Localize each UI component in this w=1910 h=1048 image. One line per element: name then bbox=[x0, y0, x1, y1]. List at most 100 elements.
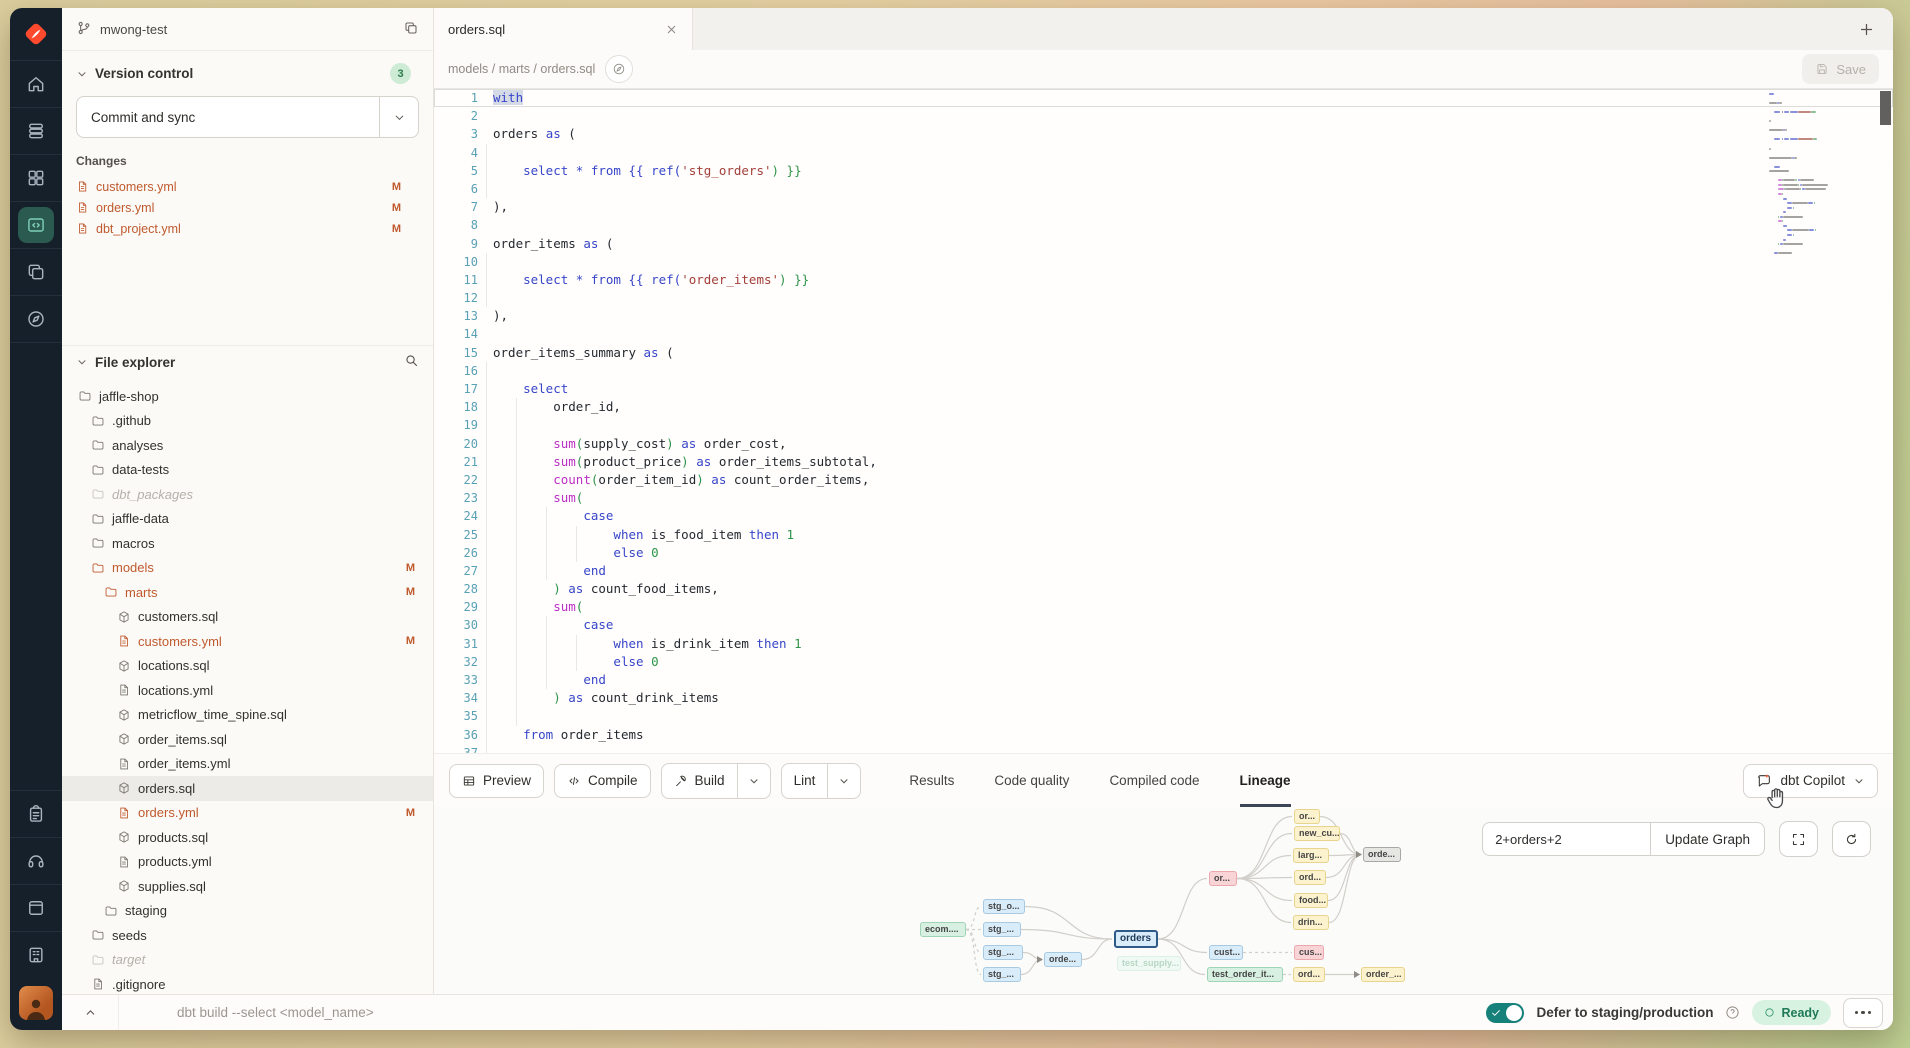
tree-item[interactable]: seeds bbox=[62, 923, 433, 948]
file-explorer-header[interactable]: File explorer bbox=[62, 346, 433, 378]
tree-item[interactable]: order_items.yml bbox=[62, 752, 433, 777]
lineage-node[interactable]: orde... bbox=[1363, 847, 1401, 862]
more-options-button[interactable] bbox=[1843, 998, 1883, 1028]
lineage-node[interactable]: or... bbox=[1209, 871, 1237, 886]
compile-button[interactable]: Compile bbox=[554, 764, 651, 798]
tree-item[interactable]: customers.ymlM bbox=[62, 629, 433, 654]
lineage-node[interactable]: orde... bbox=[1044, 952, 1082, 967]
lineage-node[interactable]: cust... bbox=[1209, 945, 1243, 960]
lineage-node[interactable]: ord... bbox=[1293, 967, 1325, 982]
change-item[interactable]: dbt_project.ymlM bbox=[76, 218, 419, 239]
lineage-node[interactable]: ord... bbox=[1294, 870, 1326, 885]
editor-scrollbar[interactable] bbox=[1880, 91, 1891, 125]
tree-item[interactable]: macros bbox=[62, 531, 433, 556]
tree-item[interactable]: staging bbox=[62, 899, 433, 924]
lineage-node[interactable]: larg... bbox=[1293, 848, 1329, 863]
tree-item[interactable]: martsM bbox=[62, 580, 433, 605]
panel-tab-results[interactable]: Results bbox=[909, 754, 954, 807]
rail-item-grid-icon[interactable] bbox=[10, 154, 62, 201]
tree-item[interactable]: jaffle-data bbox=[62, 507, 433, 532]
panel-tab-compiled-code[interactable]: Compiled code bbox=[1109, 754, 1199, 807]
minimap[interactable] bbox=[1769, 93, 1841, 261]
rail-item-kiosk-icon[interactable] bbox=[10, 931, 62, 978]
preview-button[interactable]: Preview bbox=[449, 764, 544, 798]
lineage-panel[interactable]: Update Graph ecom.... stg_o... stg_... stg_… bbox=[434, 807, 1893, 994]
panel-tab-code-quality[interactable]: Code quality bbox=[994, 754, 1069, 807]
tree-item[interactable]: orders.sql bbox=[62, 776, 433, 801]
rail-item-stack-icon[interactable] bbox=[10, 107, 62, 154]
rail-item-notebook-icon[interactable] bbox=[10, 884, 62, 931]
tree-item[interactable]: data-tests bbox=[62, 458, 433, 483]
rail-item-dbt-logo[interactable] bbox=[10, 8, 62, 60]
lineage-node[interactable]: or... bbox=[1294, 809, 1320, 824]
rail-item-home-icon[interactable] bbox=[10, 60, 62, 107]
lineage-node[interactable]: cus... bbox=[1294, 945, 1324, 960]
close-icon[interactable] bbox=[665, 23, 678, 36]
tree-item[interactable]: locations.sql bbox=[62, 654, 433, 679]
tree-item[interactable]: target bbox=[62, 948, 433, 973]
tree-item[interactable]: order_items.sql bbox=[62, 727, 433, 752]
rail-item-code-editor-icon[interactable] bbox=[10, 201, 62, 248]
lineage-node[interactable]: stg_... bbox=[983, 922, 1021, 937]
tree-item[interactable]: .github bbox=[62, 409, 433, 434]
tree-item[interactable]: jaffle-shop bbox=[62, 384, 433, 409]
lineage-selector-input[interactable] bbox=[1482, 822, 1650, 856]
tree-item[interactable]: products.yml bbox=[62, 850, 433, 875]
tree-item[interactable]: orders.ymlM bbox=[62, 801, 433, 826]
line-number: 37 bbox=[434, 744, 478, 753]
update-graph-button[interactable]: Update Graph bbox=[1650, 822, 1765, 856]
new-tab-button[interactable] bbox=[1858, 8, 1875, 50]
line-content bbox=[478, 253, 493, 271]
dbt-copilot-button[interactable]: dbt Copilot bbox=[1743, 764, 1878, 798]
fullscreen-button[interactable] bbox=[1779, 821, 1818, 857]
tree-item[interactable]: dbt_packages bbox=[62, 482, 433, 507]
defer-toggle[interactable] bbox=[1486, 1003, 1524, 1023]
search-icon[interactable] bbox=[404, 353, 419, 371]
tree-item[interactable]: products.sql bbox=[62, 825, 433, 850]
save-button[interactable]: Save bbox=[1802, 54, 1879, 84]
tree-item[interactable]: modelsM bbox=[62, 556, 433, 581]
version-control-header[interactable]: Version control 3 bbox=[76, 63, 419, 84]
code-token: else bbox=[613, 654, 643, 669]
build-button[interactable]: Build bbox=[661, 763, 771, 799]
tree-item[interactable]: locations.yml bbox=[62, 678, 433, 703]
lineage-node[interactable]: ecom.... bbox=[920, 922, 966, 937]
copy-icon[interactable] bbox=[403, 20, 419, 39]
lint-button[interactable]: Lint bbox=[781, 763, 862, 799]
lineage-node[interactable]: stg_o... bbox=[983, 899, 1025, 914]
lint-dropdown[interactable] bbox=[827, 764, 860, 798]
panel-tab-lineage[interactable]: Lineage bbox=[1240, 754, 1291, 807]
commit-dropdown[interactable] bbox=[379, 97, 418, 137]
rail-item-clipboard-icon[interactable] bbox=[10, 790, 62, 837]
help-icon[interactable] bbox=[1725, 1005, 1740, 1020]
tree-item[interactable]: customers.sql bbox=[62, 605, 433, 630]
tree-item[interactable]: supplies.sql bbox=[62, 874, 433, 899]
build-dropdown[interactable] bbox=[737, 764, 770, 798]
tab-orders-sql[interactable]: orders.sql bbox=[434, 8, 693, 50]
lineage-node[interactable]: new_cu... bbox=[1294, 826, 1340, 841]
commit-and-sync-button[interactable]: Commit and sync bbox=[76, 96, 419, 138]
rail-item-windows-icon[interactable] bbox=[10, 248, 62, 295]
lineage-node[interactable]: stg_... bbox=[983, 945, 1023, 960]
lineage-node[interactable]: food... bbox=[1294, 893, 1328, 908]
lineage-node[interactable]: order_... bbox=[1361, 967, 1405, 982]
command-input[interactable] bbox=[119, 1004, 1486, 1021]
lineage-compass-button[interactable] bbox=[605, 55, 633, 83]
rail-item-headset-icon[interactable] bbox=[10, 837, 62, 884]
change-item[interactable]: customers.ymlM bbox=[76, 176, 419, 197]
lineage-node[interactable]: test_order_it... bbox=[1207, 967, 1283, 982]
lineage-node[interactable]: drin... bbox=[1293, 915, 1329, 930]
lineage-node[interactable]: stg_... bbox=[983, 967, 1021, 982]
lineage-node[interactable]: orders bbox=[1114, 930, 1158, 948]
user-avatar[interactable] bbox=[19, 986, 53, 1020]
code-editor[interactable]: 1with23orders as (45 select * from {{ re… bbox=[434, 89, 1893, 753]
command-bar-collapse-button[interactable] bbox=[62, 995, 119, 1030]
code-token: order_items bbox=[553, 727, 643, 742]
tree-item[interactable]: analyses bbox=[62, 433, 433, 458]
refresh-button[interactable] bbox=[1832, 821, 1871, 857]
lineage-node[interactable]: test_supply... bbox=[1117, 956, 1181, 971]
tree-item[interactable]: metricflow_time_spine.sql bbox=[62, 703, 433, 728]
change-item[interactable]: orders.ymlM bbox=[76, 197, 419, 218]
tree-item[interactable]: .gitignore bbox=[62, 972, 433, 994]
rail-item-compass-icon[interactable] bbox=[10, 295, 62, 342]
